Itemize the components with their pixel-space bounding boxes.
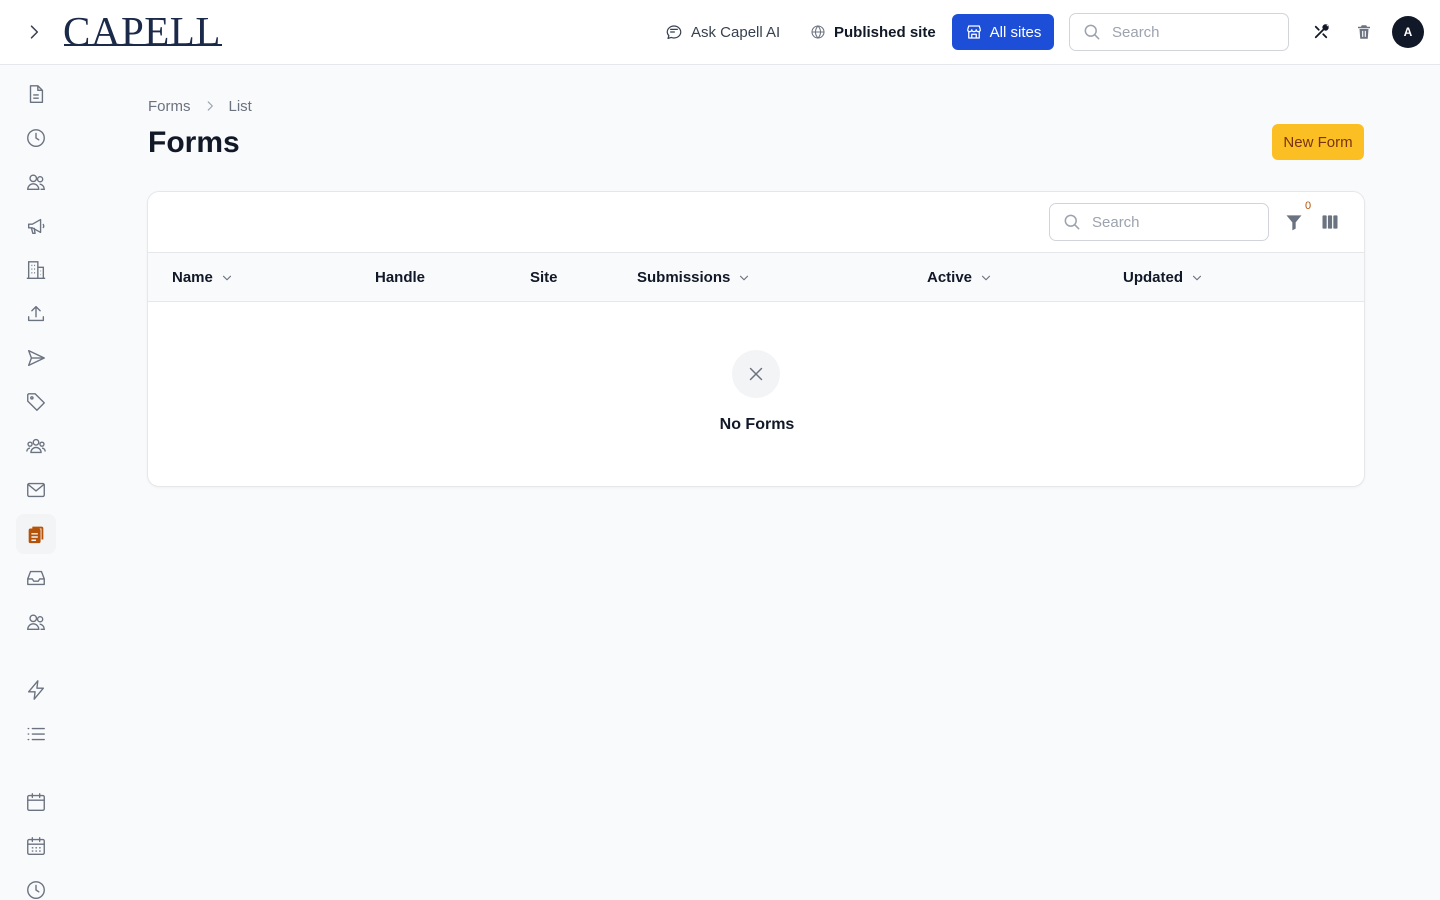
sidebar — [0, 65, 72, 900]
chevron-down-icon — [740, 275, 749, 280]
sidebar-item-forms[interactable] — [16, 514, 56, 554]
sidebar-item-schedule[interactable] — [16, 826, 56, 866]
table-search-input[interactable] — [1092, 213, 1242, 231]
chevron-down-icon — [981, 275, 991, 280]
sidebar-item-inbox[interactable] — [16, 558, 56, 598]
clock-icon — [27, 881, 45, 899]
column-header-updated[interactable]: Updated — [1123, 253, 1204, 302]
column-label: Handle — [375, 269, 426, 286]
tag-icon — [27, 393, 45, 411]
user-avatar[interactable]: A — [1392, 16, 1424, 48]
sidebar-item-uploads[interactable] — [16, 294, 56, 334]
column-header-name[interactable]: Name — [172, 253, 234, 302]
x-mark-icon — [749, 367, 763, 381]
sidebar-item-pages[interactable] — [16, 74, 56, 114]
trash-icon — [1358, 25, 1370, 39]
user-group-icon — [26, 438, 46, 454]
sidebar-item-groups[interactable] — [16, 426, 56, 466]
breadcrumb-list: List — [228, 97, 252, 115]
sidebar-item-tags[interactable] — [16, 382, 56, 422]
search-icon — [1064, 214, 1080, 230]
column-header-active[interactable]: Active — [927, 253, 993, 302]
logo-underline — [64, 44, 222, 46]
column-header-handle: Handle — [375, 253, 425, 302]
calendar-days-icon — [27, 837, 45, 855]
top-bar: CAPELL Ask Capell AI Published site All … — [0, 0, 1440, 65]
chevron-down-icon — [1192, 275, 1202, 280]
table-search[interactable] — [1049, 203, 1269, 241]
sidebar-item-send[interactable] — [16, 338, 56, 378]
table-header: Name Handle Site Submissions Active Upda… — [148, 253, 1364, 302]
column-label: Name — [172, 269, 213, 286]
forms-table-card: 0 Name Handle Site Submissions Active Up… — [147, 191, 1365, 487]
calendar-icon — [27, 793, 45, 811]
chevron-right-icon — [207, 101, 213, 111]
chevron-down-icon — [222, 275, 231, 280]
filter-count-badge: 0 — [1305, 200, 1312, 212]
users-icon — [27, 174, 45, 191]
funnel-icon — [1286, 215, 1302, 231]
logo[interactable]: CAPELL — [63, 9, 221, 53]
ask-ai-button[interactable]: Ask Capell AI — [665, 20, 780, 44]
bolt-icon — [27, 680, 45, 700]
table-toolbar: 0 — [148, 192, 1364, 253]
storefront-icon — [966, 25, 981, 39]
trash-button[interactable] — [1352, 20, 1376, 44]
sidebar-item-history[interactable] — [16, 118, 56, 158]
forms-icon — [28, 526, 44, 544]
empty-state: No Forms — [148, 302, 1364, 486]
column-header-submissions[interactable]: Submissions — [637, 253, 751, 302]
sidebar-item-mail[interactable] — [16, 470, 56, 510]
breadcrumb: Forms List — [148, 96, 252, 116]
all-sites-button[interactable]: All sites — [952, 14, 1054, 50]
view-columns-icon — [1322, 215, 1338, 229]
column-label: Site — [530, 269, 558, 286]
sidebar-item-users[interactable] — [16, 162, 56, 202]
search-icon — [1084, 24, 1100, 40]
column-label: Updated — [1123, 269, 1183, 286]
global-search-input[interactable] — [1112, 23, 1262, 41]
inbox-icon — [27, 570, 45, 586]
sidebar-item-organizations[interactable] — [16, 250, 56, 290]
sidebar-item-members[interactable] — [16, 602, 56, 642]
breadcrumb-forms[interactable]: Forms — [148, 98, 191, 115]
document-icon — [29, 85, 44, 103]
sidebar-item-calendar[interactable] — [16, 782, 56, 822]
upload-icon — [27, 305, 45, 322]
global-search[interactable] — [1069, 13, 1289, 51]
send-icon — [27, 349, 45, 367]
users-icon — [27, 614, 45, 631]
sidebar-item-automations[interactable] — [16, 670, 56, 710]
all-sites-label: All sites — [989, 23, 1042, 41]
sidebar-item-lists[interactable] — [16, 714, 56, 754]
new-form-button[interactable]: New Form — [1272, 124, 1364, 160]
expand-sidebar-button[interactable] — [22, 20, 46, 44]
column-label: Active — [927, 269, 973, 286]
globe-icon — [811, 25, 825, 39]
clock-icon — [27, 129, 45, 147]
sidebar-item-announcements[interactable] — [16, 206, 56, 246]
empty-state-icon-wrap — [732, 350, 780, 398]
empty-state-message: No Forms — [719, 416, 795, 433]
ask-ai-label: Ask Capell AI — [691, 23, 781, 41]
chat-icon — [666, 25, 682, 39]
toggle-columns-button[interactable] — [1318, 210, 1342, 234]
page-title: Forms — [148, 126, 240, 159]
megaphone-icon — [27, 218, 45, 235]
column-label: Submissions — [637, 269, 731, 286]
column-header-site: Site — [530, 253, 558, 302]
tools-button[interactable] — [1309, 20, 1333, 44]
published-site-label: Published site — [834, 23, 936, 41]
list-icon — [27, 727, 45, 741]
mail-icon — [27, 482, 45, 498]
wrench-screwdriver-icon — [1314, 24, 1329, 39]
building-icon — [26, 261, 46, 279]
filter-button[interactable] — [1282, 210, 1306, 234]
published-site-link[interactable]: Published site — [810, 20, 936, 44]
sidebar-item-recent[interactable] — [16, 870, 56, 900]
chevron-right-icon — [30, 25, 39, 39]
